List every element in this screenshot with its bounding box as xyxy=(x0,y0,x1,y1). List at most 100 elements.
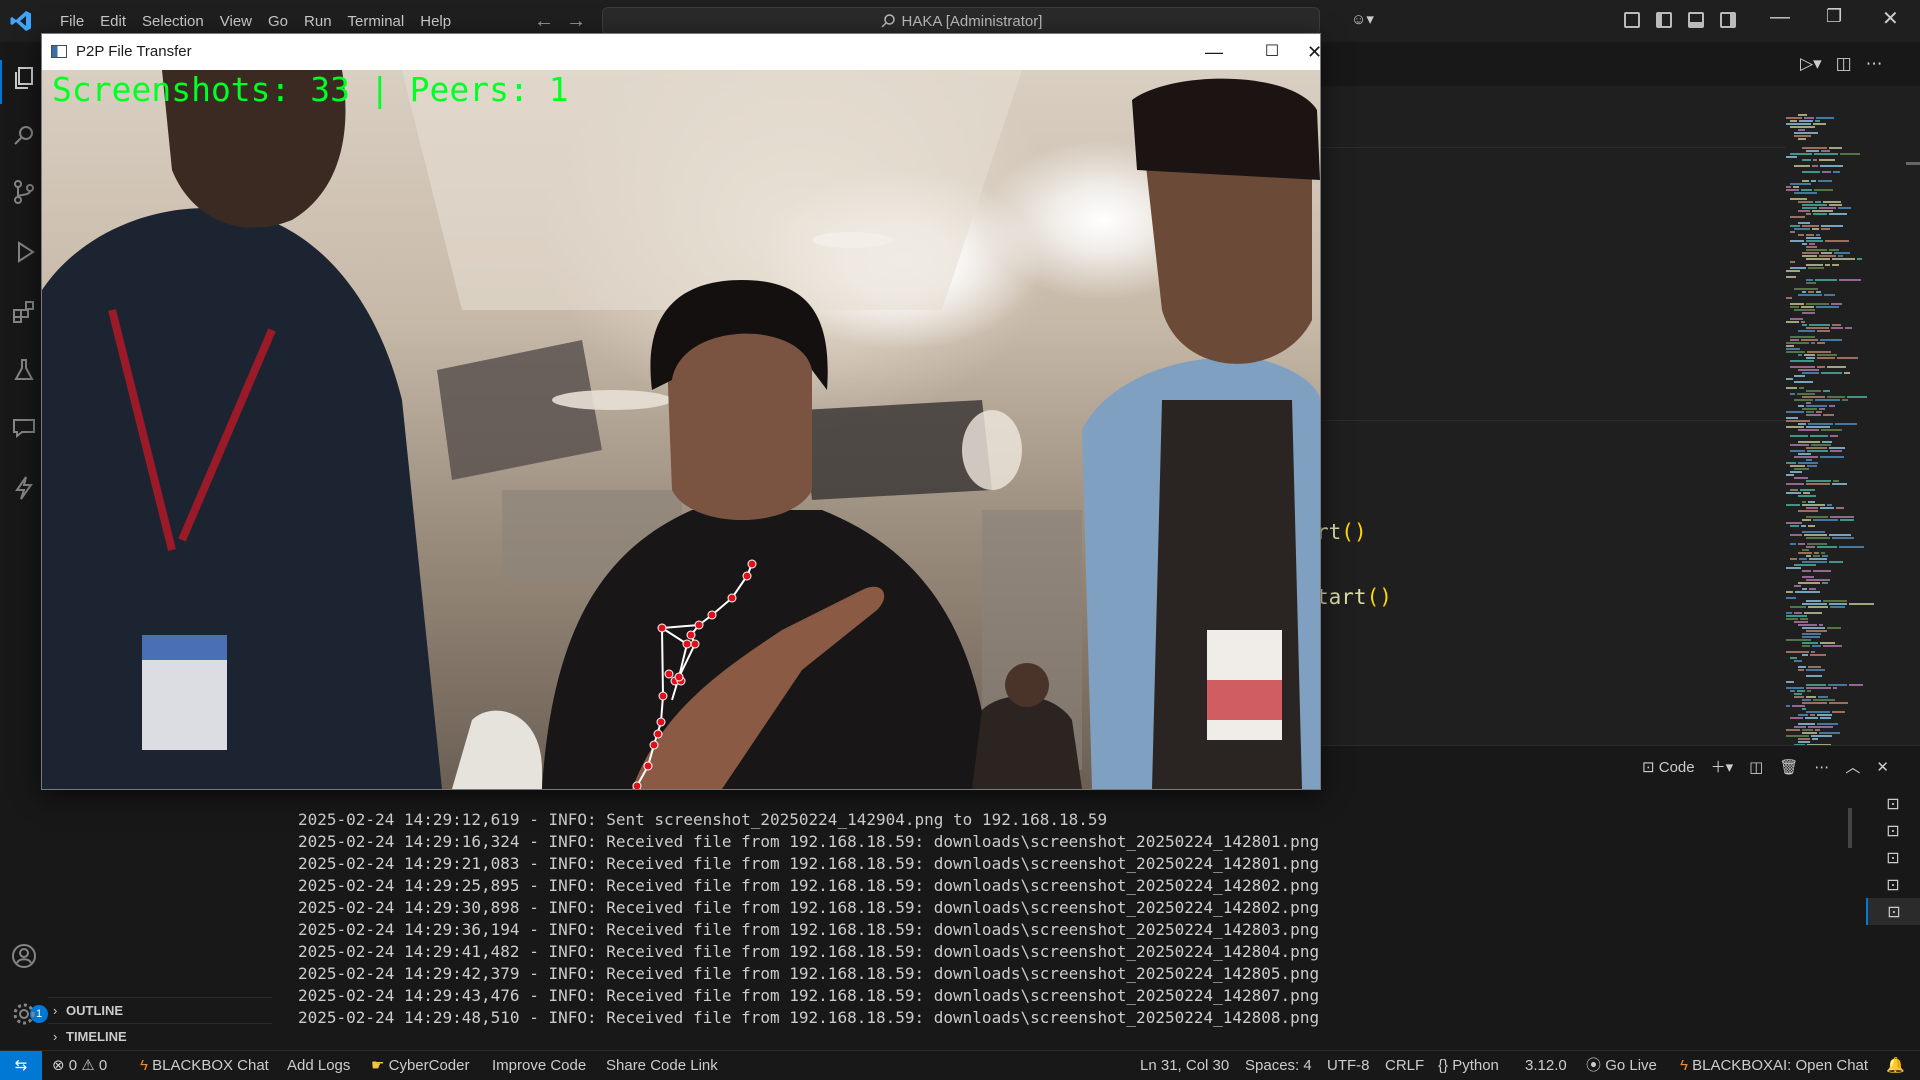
run-python-file-icon[interactable]: ▷▾ xyxy=(1800,54,1822,74)
more-actions-icon[interactable]: ⋯ xyxy=(1866,54,1883,74)
error-count: 0 xyxy=(68,1057,78,1074)
share-code-link-item[interactable]: Share Code Link xyxy=(606,1051,718,1080)
minimap-line xyxy=(1800,489,1815,491)
split-editor-icon[interactable]: ◫ xyxy=(1836,54,1852,74)
timeline-section[interactable]: › TIMELINE xyxy=(48,1023,272,1049)
menu-terminal[interactable]: Terminal xyxy=(340,13,413,30)
go-live-item[interactable]: ⦿ Go Live xyxy=(1586,1051,1657,1080)
minimap-line xyxy=(1832,258,1855,260)
search-icon[interactable] xyxy=(10,122,38,150)
minimap-line xyxy=(1857,258,1862,260)
minimap-line xyxy=(1786,474,1794,476)
close-icon[interactable]: ✕ xyxy=(1307,34,1322,70)
p2p-title-bar[interactable]: P2P File Transfer — ☐ ✕ xyxy=(42,34,1322,70)
camera-feed xyxy=(42,70,1320,789)
close-icon[interactable]: ✕ xyxy=(1882,6,1899,31)
extensions-icon[interactable] xyxy=(10,298,38,326)
menu-selection[interactable]: Selection xyxy=(134,13,212,30)
toggle-secondary-sidebar-icon[interactable] xyxy=(1720,12,1736,28)
id-card-stripe xyxy=(1207,680,1282,720)
terminal-tab[interactable]: ⊡ xyxy=(1866,790,1920,817)
cybercoder-item[interactable]: ☛ CyberCoder xyxy=(371,1051,470,1080)
minimap-line xyxy=(1790,543,1796,545)
outline-section[interactable]: › OUTLINE xyxy=(48,997,272,1023)
menu-view[interactable]: View xyxy=(212,13,260,30)
minimap-line xyxy=(1790,450,1805,452)
code-text: tart xyxy=(1316,585,1367,609)
minimap-line xyxy=(1817,723,1838,725)
restore-icon[interactable]: ❐ xyxy=(1826,6,1842,27)
maximize-icon[interactable]: ☐ xyxy=(1249,34,1295,70)
menu-go[interactable]: Go xyxy=(260,13,296,30)
terminal-tab[interactable]: ⊡ xyxy=(1866,844,1920,871)
explorer-icon[interactable] xyxy=(10,64,38,92)
line-endings[interactable]: CRLF xyxy=(1385,1051,1424,1080)
toggle-panel-icon[interactable] xyxy=(1688,12,1704,28)
run-debug-icon[interactable] xyxy=(10,238,38,266)
more-actions-icon[interactable]: ⋯ xyxy=(1814,758,1829,776)
minimap-line xyxy=(1798,201,1813,203)
terminal-line: 2025-02-24 14:29:12,619 - INFO: Sent scr… xyxy=(298,810,1108,829)
notifications-bell-icon[interactable]: 🔔 xyxy=(1886,1051,1905,1080)
copilot-icon[interactable]: ☺▾ xyxy=(1351,10,1387,32)
blackbox-icon[interactable] xyxy=(10,474,38,502)
improve-code-item[interactable]: Improve Code xyxy=(492,1051,586,1080)
minimap-line xyxy=(1798,429,1819,431)
terminal-output[interactable]: 2025-02-24 14:29:12,619 - INFO: Sent scr… xyxy=(298,809,1319,1029)
source-control-icon[interactable] xyxy=(10,178,38,206)
kill-terminal-icon[interactable]: 🗑 xyxy=(1779,758,1798,776)
go-forward-icon[interactable]: → xyxy=(566,10,586,33)
menu-run[interactable]: Run xyxy=(296,13,340,30)
hand-landmark xyxy=(690,639,700,649)
toggle-primary-sidebar-icon[interactable] xyxy=(1656,12,1672,28)
minimap-line xyxy=(1812,165,1818,167)
minimap-line xyxy=(1798,405,1804,407)
minimap-line xyxy=(1802,147,1827,149)
go-back-icon[interactable]: ← xyxy=(534,10,554,33)
menu-edit[interactable]: Edit xyxy=(92,13,134,30)
python-version[interactable]: 3.12.0 xyxy=(1525,1051,1567,1080)
chevron-right-icon: › xyxy=(53,1029,58,1044)
blackbox-chat-item[interactable]: ϟ BLACKBOX Chat xyxy=(140,1051,269,1080)
minimap-line xyxy=(1829,603,1847,605)
command-center[interactable]: HAKA [Administrator] xyxy=(602,7,1320,35)
editor-scrollbar[interactable] xyxy=(1906,162,1920,165)
settings-gear-icon[interactable] xyxy=(10,1000,38,1028)
maximize-panel-icon[interactable]: ︿ xyxy=(1845,756,1860,777)
cursor-position[interactable]: Ln 31, Col 30 xyxy=(1140,1051,1229,1080)
indentation[interactable]: Spaces: 4 xyxy=(1245,1051,1312,1080)
menu-help[interactable]: Help xyxy=(412,13,459,30)
minimap-line xyxy=(1790,393,1795,395)
minimap-line xyxy=(1790,606,1806,608)
new-terminal-icon[interactable]: ＋▾ xyxy=(1711,756,1734,777)
command-center-label: HAKA [Administrator] xyxy=(901,12,1043,30)
terminal-tab[interactable]: ⊡ xyxy=(1866,817,1920,844)
split-terminal-icon[interactable]: ◫ xyxy=(1749,758,1763,776)
minimap[interactable] xyxy=(1786,110,1882,750)
p2p-window[interactable]: P2P File Transfer — ☐ ✕ Screenshots: 33 … xyxy=(41,33,1322,790)
accounts-icon[interactable] xyxy=(10,942,38,970)
minimap-line xyxy=(1807,351,1831,353)
minimap-line xyxy=(1802,171,1820,173)
chat-icon[interactable] xyxy=(10,414,38,442)
minimize-icon[interactable]: — xyxy=(1191,34,1237,70)
terminal-tab[interactable]: ⊡ xyxy=(1866,871,1920,898)
minimap-line xyxy=(1790,126,1815,128)
problems-indicator[interactable]: ⊗ 0 ⚠ 0 xyxy=(52,1051,107,1080)
encoding[interactable]: UTF-8 xyxy=(1327,1051,1370,1080)
customize-layout-icon[interactable] xyxy=(1624,12,1640,28)
minimap-line xyxy=(1817,330,1830,332)
terminal-tab-active[interactable]: ⊡ xyxy=(1866,898,1920,925)
terminal-profile[interactable]: ⊡ Code xyxy=(1642,758,1695,776)
minimap-line xyxy=(1806,687,1831,689)
remote-indicator[interactable]: ⇆ xyxy=(0,1051,42,1080)
blackboxai-item[interactable]: ϟ BLACKBOXAI: Open Chat xyxy=(1680,1051,1868,1080)
add-logs-item[interactable]: Add Logs xyxy=(287,1051,350,1080)
minimize-icon[interactable]: — xyxy=(1770,6,1790,29)
testing-icon[interactable] xyxy=(10,356,38,384)
language-mode[interactable]: {} Python xyxy=(1438,1051,1499,1080)
close-panel-icon[interactable]: ✕ xyxy=(1876,758,1889,776)
terminal-scrollbar[interactable] xyxy=(1848,808,1852,848)
minimap-line xyxy=(1802,588,1807,590)
menu-file[interactable]: File xyxy=(52,13,92,30)
